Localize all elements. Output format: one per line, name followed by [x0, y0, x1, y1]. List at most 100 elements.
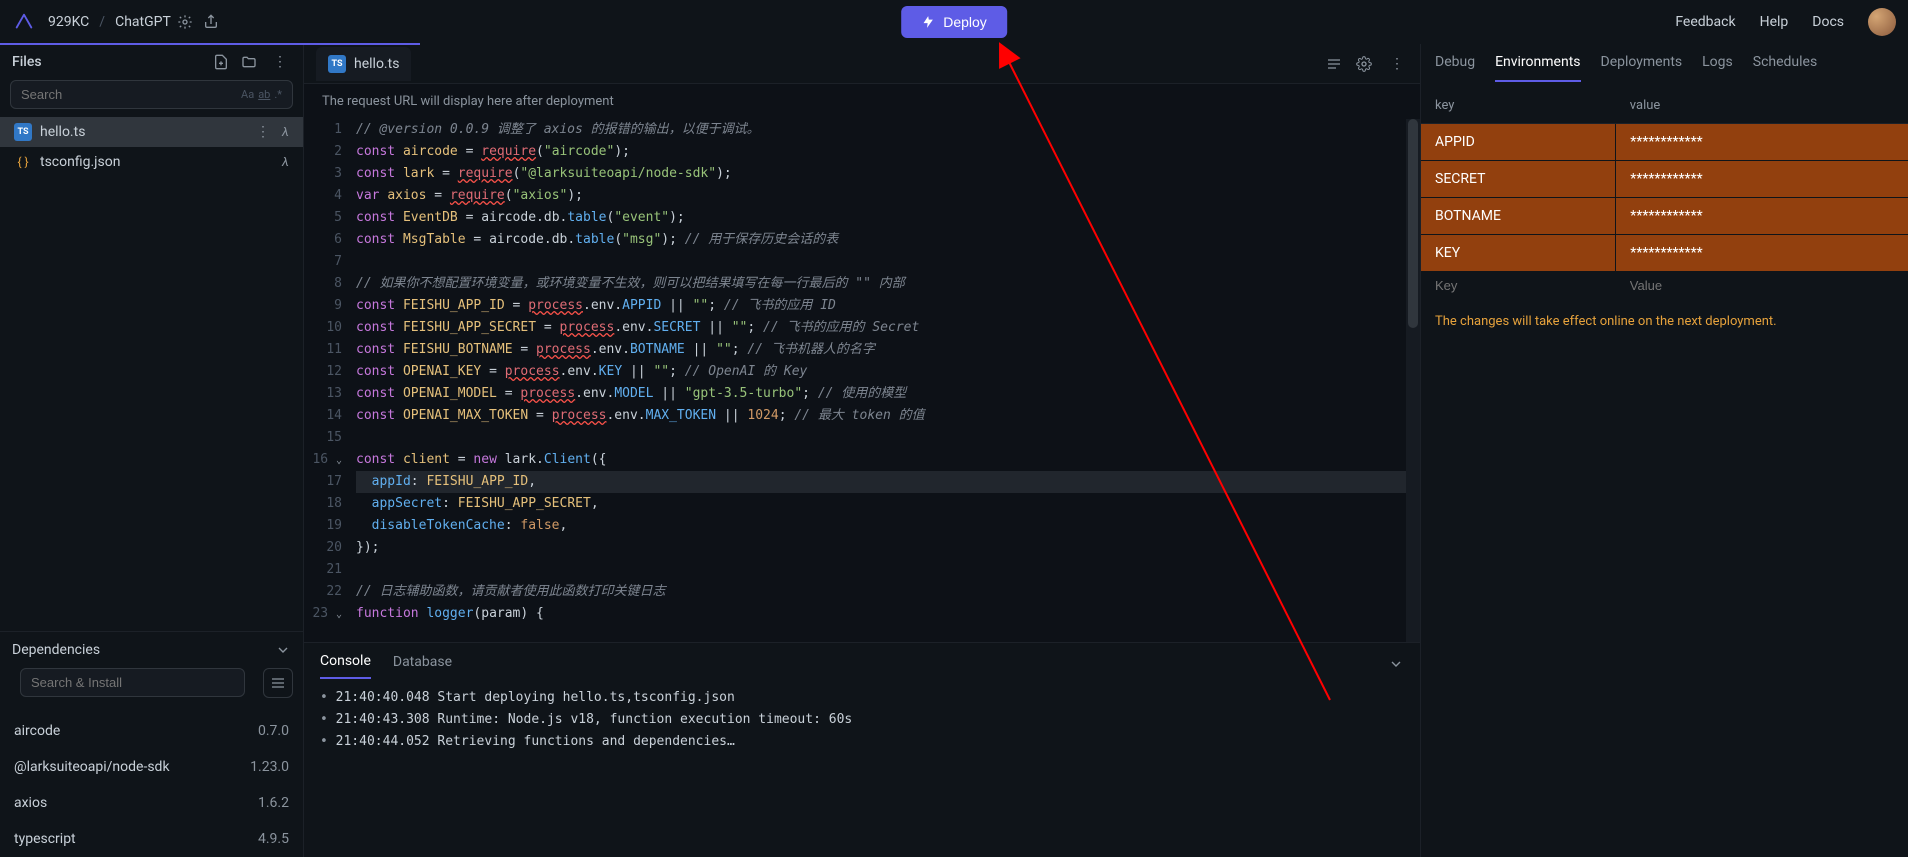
- new-file-icon[interactable]: [213, 54, 229, 70]
- code-line[interactable]: const aircode = require("aircode");: [356, 141, 1420, 163]
- code-line[interactable]: const client = new lark.Client({: [356, 449, 1420, 471]
- help-link[interactable]: Help: [1760, 14, 1789, 30]
- env-value[interactable]: ************: [1616, 235, 1908, 272]
- env-row[interactable]: BOTNAME************: [1421, 198, 1908, 235]
- breadcrumb-sep: /: [99, 14, 105, 30]
- code-line[interactable]: [356, 427, 1420, 449]
- code-line[interactable]: const EventDB = aircode.db.table("event"…: [356, 207, 1420, 229]
- console-body[interactable]: 21:40:40.048 Start deploying hello.ts,ts…: [304, 679, 1420, 857]
- files-search[interactable]: Aa ab .*: [10, 80, 293, 109]
- share-icon[interactable]: [203, 14, 219, 30]
- tab-debug[interactable]: Debug: [1435, 54, 1475, 82]
- dep-name: @larksuiteoapi/node-sdk: [14, 759, 170, 775]
- tab-environments[interactable]: Environments: [1495, 54, 1580, 82]
- list-icon[interactable]: [1326, 56, 1342, 72]
- search-case-icon[interactable]: Aa: [241, 88, 254, 101]
- dep-row[interactable]: axios1.6.2: [0, 785, 303, 821]
- deps-search[interactable]: [20, 668, 245, 697]
- code-line[interactable]: [356, 559, 1420, 581]
- files-title: Files: [12, 54, 42, 70]
- deps-menu-button[interactable]: [263, 668, 293, 698]
- code-line[interactable]: appSecret: FEISHU_APP_SECRET,: [356, 493, 1420, 515]
- dependencies-header[interactable]: Dependencies: [0, 631, 303, 668]
- gear-icon[interactable]: [177, 14, 193, 30]
- editor-body[interactable]: // @version 0.0.9 调整了 axios 的报错的输出，以便于调试…: [356, 119, 1420, 642]
- file-name: tsconfig.json: [40, 154, 120, 170]
- code-line[interactable]: var axios = require("axios");: [356, 185, 1420, 207]
- console-collapse-icon[interactable]: [1388, 656, 1404, 676]
- dep-row[interactable]: typescript4.9.5: [0, 821, 303, 857]
- env-key[interactable]: SECRET: [1421, 161, 1616, 198]
- code-line[interactable]: const lark = require("@larksuiteoapi/nod…: [356, 163, 1420, 185]
- env-row[interactable]: APPID************: [1421, 124, 1908, 161]
- code-line[interactable]: const FEISHU_APP_ID = process.env.APPID …: [356, 295, 1420, 317]
- files-more-icon[interactable]: ⋮: [269, 54, 291, 70]
- code-line[interactable]: const FEISHU_APP_SECRET = process.env.SE…: [356, 317, 1420, 339]
- env-value[interactable]: ************: [1616, 198, 1908, 235]
- search-regex-icon[interactable]: .*: [274, 88, 282, 101]
- code-line[interactable]: const OPENAI_KEY = process.env.KEY || ""…: [356, 361, 1420, 383]
- code-line[interactable]: // @version 0.0.9 调整了 axios 的报错的输出，以便于调试…: [356, 119, 1420, 141]
- file-row[interactable]: TShello.ts⋮λ: [0, 117, 303, 147]
- env-key-input[interactable]: [1435, 278, 1602, 293]
- docs-link[interactable]: Docs: [1812, 14, 1844, 30]
- dep-row[interactable]: aircode0.7.0: [0, 713, 303, 749]
- code-editor[interactable]: 12345678910111213141516 ⌄17181920212223 …: [304, 119, 1420, 642]
- logo-icon[interactable]: [12, 10, 36, 34]
- console-tab-console[interactable]: Console: [320, 653, 371, 679]
- dependencies-section: Dependencies aircode0.7.0@larksuiteoapi/…: [0, 631, 303, 857]
- search-word-icon[interactable]: ab: [258, 88, 270, 101]
- center-panel: TS hello.ts ⋮ The request URL will displ…: [304, 44, 1420, 857]
- env-row[interactable]: SECRET************: [1421, 161, 1908, 198]
- settings-icon[interactable]: [1356, 56, 1372, 72]
- deploy-button[interactable]: Deploy: [901, 6, 1007, 38]
- env-value[interactable]: ************: [1616, 161, 1908, 198]
- console-panel: Console Database 21:40:40.048 Start deplo…: [304, 642, 1420, 857]
- feedback-link[interactable]: Feedback: [1675, 14, 1735, 30]
- deps-search-input[interactable]: [31, 675, 234, 690]
- breadcrumb-app[interactable]: ChatGPT: [115, 14, 193, 30]
- code-line[interactable]: });: [356, 537, 1420, 559]
- env-key[interactable]: BOTNAME: [1421, 198, 1616, 235]
- dep-name: aircode: [14, 723, 60, 739]
- env-key[interactable]: KEY: [1421, 235, 1616, 272]
- editor-tab[interactable]: TS hello.ts: [316, 47, 411, 81]
- scroll-thumb[interactable]: [1408, 119, 1418, 328]
- ts-file-icon: TS: [14, 123, 32, 141]
- chevron-down-icon[interactable]: [275, 642, 291, 658]
- breadcrumb: 929KC / ChatGPT: [48, 14, 219, 30]
- env-value[interactable]: ************: [1616, 124, 1908, 161]
- env-value-input[interactable]: [1630, 278, 1894, 293]
- file-more-icon[interactable]: ⋮: [252, 124, 274, 140]
- right-panel: Debug Environments Deployments Logs Schedule…: [1420, 44, 1908, 857]
- code-line[interactable]: function logger(param) {: [356, 603, 1420, 625]
- code-line[interactable]: const MsgTable = aircode.db.table("msg")…: [356, 229, 1420, 251]
- code-line[interactable]: const OPENAI_MODEL = process.env.MODEL |…: [356, 383, 1420, 405]
- json-file-icon: { }: [14, 153, 32, 171]
- tab-schedules[interactable]: Schedules: [1753, 54, 1817, 82]
- files-search-input[interactable]: [21, 87, 241, 102]
- env-key[interactable]: APPID: [1421, 124, 1616, 161]
- code-line[interactable]: const OPENAI_MAX_TOKEN = process.env.MAX…: [356, 405, 1420, 427]
- topbar: 929KC / ChatGPT Deploy Feedback Help Doc…: [0, 0, 1908, 44]
- editor-scrollbar[interactable]: [1406, 119, 1420, 642]
- breadcrumb-project[interactable]: 929KC: [48, 14, 89, 30]
- lambda-icon: λ: [282, 155, 289, 170]
- tab-deployments[interactable]: Deployments: [1601, 54, 1683, 82]
- new-folder-icon[interactable]: [241, 54, 257, 70]
- avatar[interactable]: [1868, 8, 1896, 36]
- file-row[interactable]: { } tsconfig.json λ: [0, 147, 303, 177]
- code-line[interactable]: [356, 251, 1420, 273]
- code-line[interactable]: const FEISHU_BOTNAME = process.env.BOTNA…: [356, 339, 1420, 361]
- code-line[interactable]: disableTokenCache: false,: [356, 515, 1420, 537]
- editor-more-icon[interactable]: ⋮: [1386, 56, 1408, 72]
- log-line: 21:40:43.308 Runtime: Node.js v18, funct…: [320, 709, 1404, 731]
- dep-row[interactable]: @larksuiteoapi/node-sdk1.23.0: [0, 749, 303, 785]
- tab-logs[interactable]: Logs: [1702, 54, 1733, 82]
- code-line[interactable]: // 如果你不想配置环境变量，或环境变量不生效，则可以把结果填写在每一行最后的 …: [356, 273, 1420, 295]
- console-tab-database[interactable]: Database: [393, 654, 452, 678]
- code-line[interactable]: // 日志辅助函数，请贡献者使用此函数打印关键日志: [356, 581, 1420, 603]
- code-line[interactable]: appId: FEISHU_APP_ID,: [356, 471, 1420, 493]
- env-row[interactable]: KEY************: [1421, 235, 1908, 272]
- env-header-value: value: [1616, 88, 1908, 124]
